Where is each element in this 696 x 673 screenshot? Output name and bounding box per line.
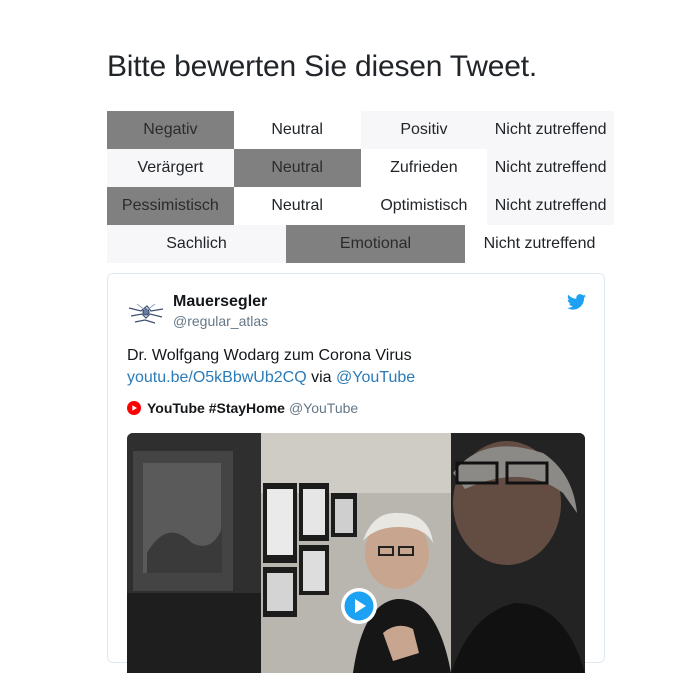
page-title: Bitte bewerten Sie diesen Tweet.	[107, 50, 537, 83]
rating-row-1: Negativ Neutral Positiv Nicht zutreffend	[107, 111, 614, 149]
embedded-tweet: Mauersegler @regular_atlas Dr. Wolfgang …	[107, 273, 605, 673]
rating-row-2: Verärgert Neutral Zufrieden Nicht zutref…	[107, 149, 614, 187]
tweet-via: via	[311, 369, 332, 386]
video-still	[127, 433, 585, 673]
rating-grid: Negativ Neutral Positiv Nicht zutreffend…	[107, 111, 614, 263]
card-handle: @YouTube	[288, 400, 359, 416]
option-pessimistisch[interactable]: Pessimistisch	[107, 187, 234, 225]
tweet-user-name[interactable]: Mauersegler	[173, 293, 267, 311]
option-optimistisch[interactable]: Optimistisch	[360, 187, 488, 225]
option-veraergert[interactable]: Verärgert	[107, 149, 234, 187]
option-positiv[interactable]: Positiv	[361, 111, 488, 149]
option-emotional[interactable]: Emotional	[286, 225, 465, 263]
option-neutral[interactable]: Neutral	[233, 111, 361, 149]
card-name: YouTube #StayHome	[147, 400, 285, 416]
youtube-icon	[127, 401, 141, 415]
tweet-user-handle[interactable]: @regular_atlas	[173, 313, 268, 329]
rating-row-3: Pessimistisch Neutral Optimistisch Nicht…	[107, 187, 614, 225]
avatar[interactable]	[127, 296, 165, 330]
option-negativ[interactable]: Negativ	[107, 111, 234, 149]
twitter-bird-icon[interactable]	[567, 294, 586, 310]
option-nicht-zutreffend[interactable]: Nicht zutreffend	[487, 149, 614, 187]
tweet-text-line: Dr. Wolfgang Wodarg zum Corona Virus	[127, 347, 412, 364]
tweet-mention[interactable]: @YouTube	[336, 369, 415, 386]
option-nicht-zutreffend[interactable]: Nicht zutreffend	[487, 111, 614, 149]
card-header[interactable]: YouTube #StayHome @YouTube	[127, 400, 358, 416]
rating-row-4: Sachlich Emotional Nicht zutreffend	[107, 225, 614, 263]
option-sachlich[interactable]: Sachlich	[107, 225, 286, 263]
option-neutral[interactable]: Neutral	[233, 187, 361, 225]
tweet-link[interactable]: youtu.be/O5kBbwUb2CQ	[127, 369, 307, 386]
option-nicht-zutreffend[interactable]: Nicht zutreffend	[465, 225, 614, 263]
play-icon[interactable]	[340, 587, 378, 625]
video-thumbnail[interactable]	[127, 433, 585, 673]
option-zufrieden[interactable]: Zufrieden	[360, 149, 488, 187]
option-neutral[interactable]: Neutral	[233, 149, 361, 187]
tweet-text: Dr. Wolfgang Wodarg zum Corona Virus you…	[127, 345, 415, 389]
option-nicht-zutreffend[interactable]: Nicht zutreffend	[487, 187, 614, 225]
